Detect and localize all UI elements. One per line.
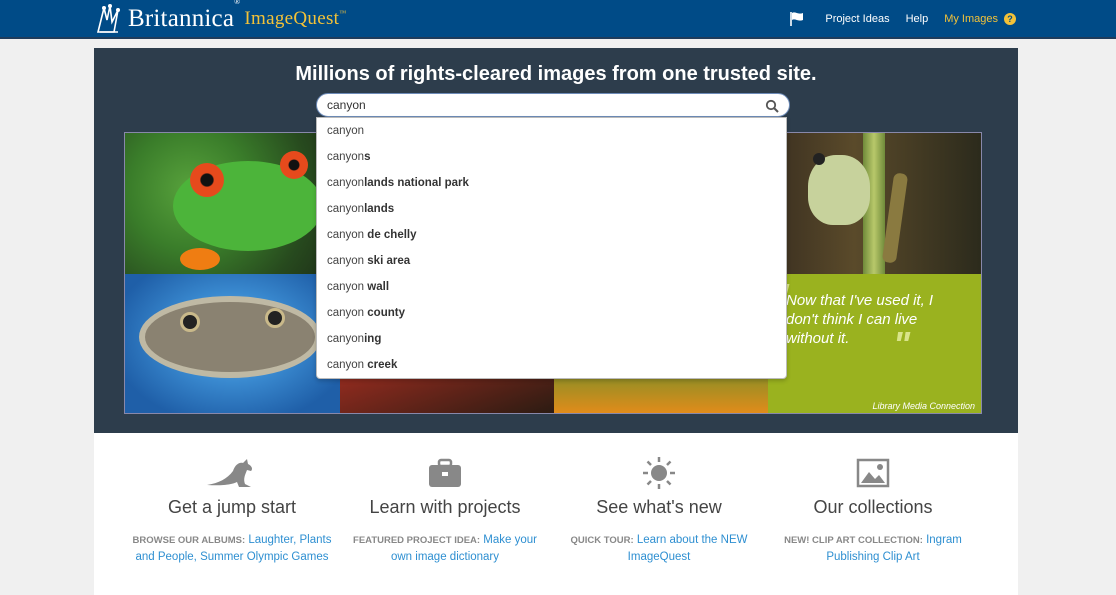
suggestion-prefix: canyon: [327, 307, 365, 319]
suggestion-item[interactable]: canyon wall: [317, 274, 786, 300]
suggestion-prefix: canyon: [327, 229, 365, 241]
testimonial-credit: Library Media Connection: [872, 401, 975, 411]
projects-title: Learn with projects: [369, 497, 521, 517]
my-images-link[interactable]: My Images: [944, 13, 998, 25]
feature-panel: Get a jump start BROWSE OUR ALBUMS: Laug…: [94, 433, 1018, 595]
help-badge-icon[interactable]: ?: [1004, 13, 1016, 25]
flag-icon[interactable]: [789, 11, 805, 27]
suggestion-completion: ing: [364, 333, 382, 345]
collections-column: Our collections NEW! CLIP ART COLLECTION…: [763, 455, 983, 566]
thistle-emblem-icon: [96, 4, 120, 33]
sun-icon: [643, 457, 675, 489]
briefcase-icon: [429, 458, 461, 487]
testimonial-quote: Now that I've used it, I don't think I c…: [786, 292, 934, 347]
suggestion-completion: s: [364, 151, 371, 163]
whats-new-column: See what's new QUICK TOUR: Learn about t…: [549, 455, 769, 566]
britannica-imagequest-logo[interactable]: Britannica® ImageQuest™: [94, 0, 347, 36]
quick-tour-label: QUICK TOUR:: [570, 535, 634, 546]
top-navigation-bar: Britannica® ImageQuest™ Project Ideas He…: [0, 0, 1116, 39]
suggestion-item[interactable]: canyon county: [317, 300, 786, 326]
quick-tour-link[interactable]: Learn about the NEW ImageQuest: [628, 534, 748, 563]
suggestion-item[interactable]: canyons: [317, 144, 786, 170]
close-quote-icon: ": [893, 324, 911, 365]
search-box[interactable]: [316, 93, 790, 117]
suggestion-completion: wall: [364, 281, 390, 293]
suggestion-completion: ski area: [364, 255, 411, 267]
suggestion-prefix: canyon: [327, 177, 365, 189]
whats-new-title: See what's new: [596, 497, 722, 517]
suggestion-prefix: canyon: [327, 281, 365, 293]
suggestion-prefix: canyon: [327, 151, 365, 163]
suggestion-prefix: canyon: [327, 333, 365, 345]
suggestion-item[interactable]: canyoning: [317, 326, 786, 352]
help-link[interactable]: Help: [906, 13, 929, 25]
suggestion-item[interactable]: canyon de chelly: [317, 222, 786, 248]
search-input[interactable]: [327, 97, 747, 113]
image-icon: [856, 458, 890, 488]
suggestion-completion: creek: [364, 359, 398, 371]
project-idea-label: FEATURED PROJECT IDEA:: [353, 535, 481, 546]
red-eyed-tree-frog-image: [125, 133, 340, 274]
suggestion-item[interactable]: canyon ski area: [317, 248, 786, 274]
product-name: ImageQuest™: [244, 8, 347, 29]
suggestion-item[interactable]: canyonlands: [317, 196, 786, 222]
kangaroo-icon: [207, 459, 252, 487]
suggestion-completion: county: [364, 307, 405, 319]
tree-frog-on-stem-image: [768, 133, 981, 274]
header-nav: Project Ideas Help My Images ?: [789, 0, 1016, 38]
suggestion-completion: de chelly: [364, 229, 417, 241]
suggestion-prefix: canyon: [327, 203, 365, 215]
suggestion-item[interactable]: canyon: [317, 118, 786, 144]
testimonial-tile: " Now that I've used it, I don't think I…: [768, 274, 981, 413]
jump-start-title: Get a jump start: [167, 497, 297, 517]
suggestion-completion: lands national park: [364, 177, 469, 189]
suggestion-prefix: canyon: [327, 125, 365, 137]
water-frog-image: [125, 274, 340, 413]
projects-column: Learn with projects FEATURED PROJECT IDE…: [335, 455, 555, 566]
search-suggestions: canyon canyons canyonlands national park ca…: [316, 117, 787, 379]
suggestion-prefix: canyon: [327, 255, 365, 267]
collections-title: Our collections: [813, 497, 933, 517]
brand-name: Britannica®: [128, 0, 241, 32]
clip-art-label: NEW! CLIP ART COLLECTION:: [784, 535, 923, 546]
jump-start-column: Get a jump start BROWSE OUR ALBUMS: Laug…: [122, 455, 342, 566]
hero-title: Millions of rights-cleared images from o…: [295, 63, 817, 85]
suggestion-item[interactable]: canyonlands national park: [317, 170, 786, 196]
suggestion-prefix: canyon: [327, 359, 365, 371]
suggestion-completion: lands: [364, 203, 395, 215]
project-ideas-link[interactable]: Project Ideas: [825, 13, 889, 25]
search-icon[interactable]: [765, 99, 779, 113]
suggestion-item[interactable]: canyon creek: [317, 352, 786, 378]
albums-label: BROWSE OUR ALBUMS:: [132, 535, 246, 546]
